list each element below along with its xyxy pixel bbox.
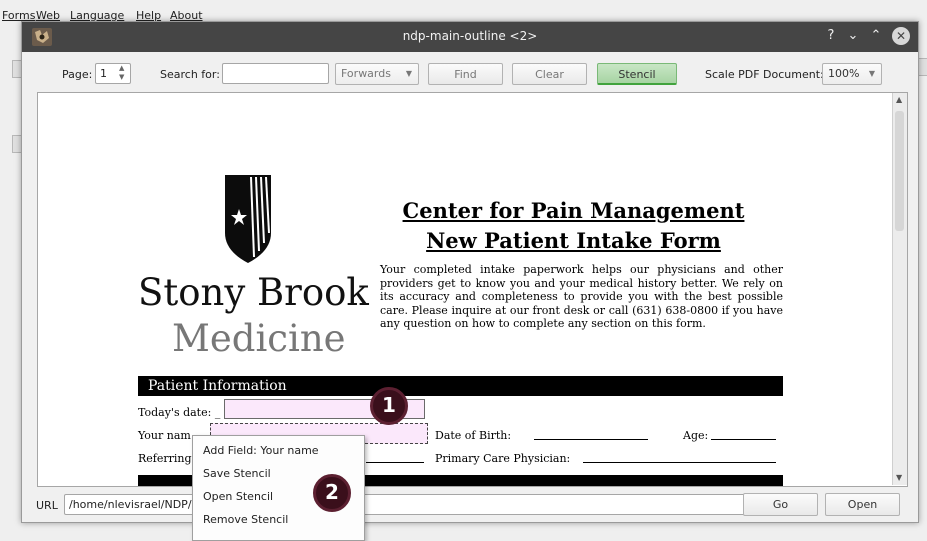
intro-paragraph: Your completed intake paperwork helps ou… <box>380 263 783 330</box>
title-bar[interactable]: ndp-main-outline <2> ? ⌄ ⌃ ✕ <box>22 22 918 52</box>
find-button[interactable]: Find <box>428 63 503 85</box>
age-line <box>711 439 776 440</box>
search-label: Search for: <box>160 68 220 81</box>
referring-line <box>366 462 424 463</box>
chevron-down-icon: ▼ <box>405 69 412 78</box>
open-button[interactable]: Open <box>825 493 900 516</box>
search-input[interactable] <box>222 63 329 84</box>
menu-item-open-stencil[interactable]: Open Stencil <box>203 490 273 503</box>
dob-label: Date of Birth: <box>435 429 512 442</box>
logo-stony-brook: Stony Brook <box>138 271 369 314</box>
chevron-down-icon: ▼ <box>868 69 875 78</box>
scale-value: 100% <box>828 67 860 80</box>
scroll-up-icon[interactable]: ▲ <box>896 95 902 104</box>
spin-arrows-icon[interactable]: ▲ ▼ <box>119 64 124 82</box>
scale-label: Scale PDF Document: <box>705 68 824 81</box>
section-patient-information: Patient Information <box>138 376 783 396</box>
scroll-down-icon[interactable]: ▼ <box>896 473 902 482</box>
direction-select[interactable]: Forwards ▼ <box>335 63 419 85</box>
page-spinbox[interactable]: 1 ▲ ▼ <box>95 63 131 84</box>
url-value: /home/nlevisrael/NDP/c <box>69 498 198 511</box>
scale-select[interactable]: 100% ▼ <box>822 63 882 85</box>
go-button[interactable]: Go <box>743 493 818 516</box>
background-widget <box>918 58 927 76</box>
referring-label: Referring <box>138 452 192 465</box>
todays-date-label: Today's date: _ <box>138 406 221 419</box>
menu-item-save-stencil[interactable]: Save Stencil <box>203 467 271 480</box>
stony-brook-shield-logo <box>223 175 273 263</box>
menu-item-remove-stencil[interactable]: Remove Stencil <box>203 513 288 526</box>
logo-medicine: Medicine <box>172 317 346 360</box>
menu-item-add-field[interactable]: Add Field: Your name <box>203 444 319 457</box>
help-icon[interactable]: ? <box>822 27 840 45</box>
pcp-label: Primary Care Physician: <box>435 452 571 465</box>
clear-button[interactable]: Clear <box>512 63 587 85</box>
pdf-stencil-dialog: ndp-main-outline <2> ? ⌄ ⌃ ✕ Page: 1 ▲ ▼ … <box>21 21 919 523</box>
maximize-icon[interactable]: ⌃ <box>867 27 885 45</box>
step-badge-1: 1 <box>370 387 408 425</box>
background-menu-bar: Forms Web Language Help About <box>0 0 927 22</box>
pdf-document-view[interactable]: Stony Brook Medicine Center for Pain Man… <box>37 92 908 487</box>
your-name-label: Your nam <box>138 429 191 442</box>
page-value: 1 <box>100 67 107 80</box>
url-label: URL <box>36 499 58 512</box>
scrollbar-thumb[interactable] <box>895 111 904 231</box>
step-badge-2: 2 <box>313 474 351 512</box>
minimize-icon[interactable]: ⌄ <box>844 27 862 45</box>
pcp-line <box>583 462 776 463</box>
stencil-button[interactable]: Stencil <box>597 63 677 85</box>
window-title: ndp-main-outline <2> <box>402 29 538 43</box>
direction-value: Forwards <box>341 67 391 80</box>
url-input[interactable]: /home/nlevisrael/NDP/c <box>64 494 764 515</box>
page-label: Page: <box>62 68 93 81</box>
dob-line <box>534 439 648 440</box>
close-icon[interactable]: ✕ <box>892 27 910 45</box>
heading-center-pain: Center for Pain Management <box>402 198 745 223</box>
heading-intake-form: New Patient Intake Form <box>426 228 721 253</box>
age-label: Age: <box>683 429 709 442</box>
vertical-scrollbar[interactable]: ▲ ▼ <box>892 93 907 485</box>
